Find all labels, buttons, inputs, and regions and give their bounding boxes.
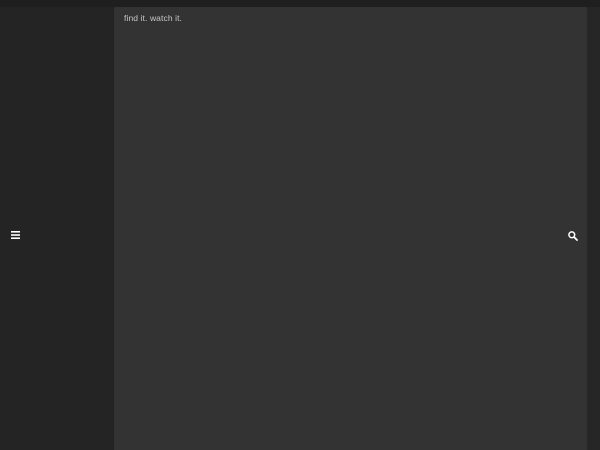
site-tagline: find it. watch it. — [124, 13, 183, 23]
menu-button[interactable] — [10, 229, 22, 241]
top-strip — [0, 0, 600, 7]
hamburger-menu-icon — [11, 231, 20, 239]
right-gutter — [587, 7, 600, 450]
search-icon — [568, 231, 578, 241]
content-panel: find it. watch it. — [114, 7, 587, 450]
search-button[interactable] — [567, 230, 579, 242]
app-window: find it. watch it. — [0, 0, 600, 450]
